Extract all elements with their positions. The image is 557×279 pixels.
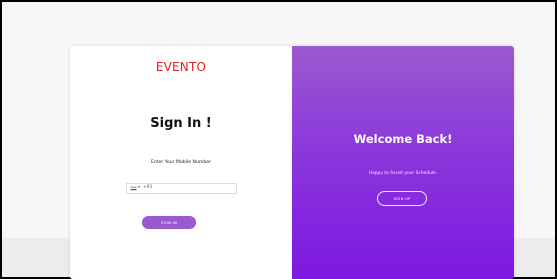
welcome-subtitle: Happy to Assist your Schedule. (368, 171, 438, 176)
mobile-number-field[interactable]: +91 (126, 183, 237, 194)
brand-logo: EVENTO (155, 60, 207, 74)
sign-in-panel: EVENTO Sign In ! Enter Your Mobile Numbe… (70, 46, 292, 279)
sign-up-button[interactable]: SIGN UP (377, 191, 427, 206)
chevron-down-icon[interactable] (138, 186, 140, 188)
welcome-panel: Welcome Back! Happy to Assist your Sched… (292, 46, 514, 279)
sign-in-button[interactable]: SIGN IN (142, 216, 196, 229)
country-code: +91 (143, 185, 153, 190)
auth-card: EVENTO Sign In ! Enter Your Mobile Numbe… (70, 46, 514, 279)
india-flag-icon[interactable] (130, 186, 137, 191)
sign-in-title: Sign In ! (150, 116, 212, 131)
mobile-number-label: Enter Your Mobile Number (150, 160, 212, 165)
welcome-title: Welcome Back! (353, 132, 453, 146)
screenshot-frame: EVENTO Sign In ! Enter Your Mobile Numbe… (0, 0, 557, 279)
